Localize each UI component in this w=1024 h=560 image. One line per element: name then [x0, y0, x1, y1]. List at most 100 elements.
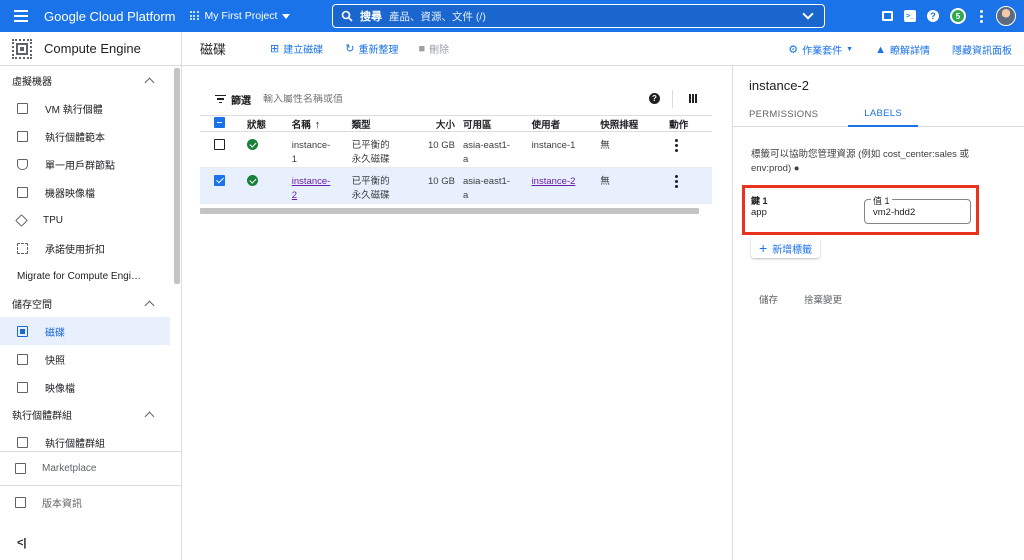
sidebar-item-images[interactable]: 映像檔: [0, 373, 181, 401]
col-name[interactable]: 名稱 ↑: [287, 115, 348, 132]
sidebar-item-disks[interactable]: 磁碟: [0, 317, 170, 345]
disk-zone: asia-east1-: [462, 140, 510, 151]
help-icon[interactable]: ?: [927, 10, 939, 22]
type-cell: 已平衡的 永久磁碟: [347, 167, 415, 204]
row-checkbox[interactable]: [214, 139, 225, 150]
description-line-2: env:prod) ●: [751, 163, 800, 174]
tab-permissions[interactable]: PERMISSIONS: [733, 101, 834, 127]
chevron-down-icon[interactable]: [802, 8, 814, 20]
compute-chip-icon: [12, 38, 32, 59]
section-instance-groups[interactable]: 執行個體群組: [0, 401, 181, 428]
check-circle-icon: [247, 139, 258, 150]
name-cell[interactable]: instance- 2: [287, 167, 348, 204]
table-row[interactable]: instance- 2 已平衡的 永久磁碟 10 GB asia-east1- a i…: [200, 167, 712, 204]
labels-description: 標籤可以協助您管理資源 (例如 cost_center:sales 或 env:…: [751, 148, 991, 176]
row-actions-icon[interactable]: [671, 175, 681, 188]
sidebar-item-marketplace[interactable]: Marketplace: [0, 452, 181, 485]
sidebar-item-committed-use[interactable]: 承諾使用折扣: [0, 234, 181, 262]
sidebar-item-sole-tenant[interactable]: 單一用戶群節點: [0, 150, 181, 178]
discard-button[interactable]: 捨棄變更: [804, 292, 842, 306]
section-vm[interactable]: 虛擬機器: [0, 67, 181, 94]
add-box-icon: ⊞: [270, 43, 280, 55]
filter-label: 篩選: [231, 95, 251, 107]
sort-up-icon: ↑: [314, 118, 321, 131]
menu-icon[interactable]: [14, 10, 34, 22]
gear-icon: ⚙: [788, 44, 799, 56]
brand-name[interactable]: Google Cloud Platform: [44, 9, 176, 24]
search-box[interactable]: 搜尋 產品、資源、文件 (/): [332, 4, 825, 28]
gift-icon[interactable]: [882, 11, 893, 21]
section-label: 執行個體群組: [12, 411, 72, 422]
sidebar-scrollbar[interactable]: [174, 68, 180, 284]
sidebar-item-machine-images[interactable]: 機器映像檔: [0, 178, 181, 206]
top-icons: >_ ? 5: [882, 6, 1016, 26]
sidebar-item-label: VM 執行個體: [45, 104, 103, 116]
user-link[interactable]: instance-2: [532, 176, 576, 187]
school-icon: ▲: [875, 43, 886, 56]
user-cell: instance-2: [527, 167, 597, 204]
more-options-icon[interactable]: [977, 9, 985, 23]
section-storage[interactable]: 儲存空間: [0, 290, 181, 317]
select-all-checkbox[interactable]: [214, 116, 225, 128]
key-field[interactable]: app: [751, 207, 767, 218]
hide-panel-button[interactable]: 隱藏資訊面板: [952, 42, 1012, 57]
save-button[interactable]: 儲存: [759, 292, 778, 306]
sidebar-item-instance-groups[interactable]: 執行個體群組: [0, 428, 181, 449]
sidebar-item-tpu[interactable]: TPU: [0, 206, 181, 234]
top-bar: Google Cloud Platform My First Project 搜…: [0, 0, 1024, 32]
sidebar-item-release-notes[interactable]: 版本資訊: [0, 486, 181, 519]
sidebar-item-instance-templates[interactable]: 執行個體範本: [0, 122, 181, 150]
disk-name-link[interactable]: instance-: [292, 175, 344, 189]
section-label: 虛擬機器: [12, 77, 52, 88]
schedule-cell: 無: [596, 131, 652, 168]
col-type[interactable]: 類型: [347, 115, 415, 132]
notes-icon: [15, 497, 26, 508]
create-disk-button[interactable]: ⊞ 建立磁碟: [270, 41, 323, 56]
delete-button[interactable]: ■ 刪除: [418, 41, 449, 57]
button-label: 隱藏資訊面板: [952, 46, 1012, 57]
disk-type: 已平衡的: [351, 140, 390, 151]
sidebar-item-label: 快照: [45, 355, 65, 367]
status-cell: [229, 131, 288, 168]
user-cell: instance-1: [527, 131, 597, 168]
refresh-button[interactable]: ↻ 重新整理: [345, 41, 398, 56]
name-cell[interactable]: instance- 1: [287, 131, 348, 168]
avatar[interactable]: [996, 6, 1016, 26]
collapse-sidebar-button[interactable]: <|: [17, 537, 27, 549]
zone-cell: asia-east1- a: [458, 167, 528, 204]
disk-name-cont: 1: [291, 154, 298, 165]
add-label-button[interactable]: + 新增標籤: [751, 238, 821, 258]
col-schedule[interactable]: 快照排程: [596, 115, 652, 132]
row-checkbox[interactable]: [214, 175, 225, 186]
button-label: 建立磁碟: [283, 45, 324, 56]
col-size[interactable]: 大小: [414, 115, 459, 132]
value-label: 值 1: [871, 194, 892, 207]
terminal-icon[interactable]: >_: [904, 10, 916, 22]
columns-icon[interactable]: [689, 94, 697, 103]
project-selector[interactable]: My First Project: [189, 10, 291, 22]
jobs-button[interactable]: ⚙ 作業套件 ▼: [788, 42, 853, 57]
filter-input[interactable]: [263, 93, 623, 105]
table-row[interactable]: instance- 1 已平衡的 永久磁碟 10 GB asia-east1- a i…: [200, 131, 712, 168]
sidebar-item-migrate[interactable]: Migrate for Compute Engi…: [0, 262, 181, 290]
select-cell: [200, 167, 229, 204]
sidebar-item-vm-instances[interactable]: VM 執行個體: [0, 94, 181, 122]
table-horizontal-scrollbar[interactable]: [200, 208, 699, 214]
divider: [672, 90, 673, 108]
row-actions-icon[interactable]: [671, 139, 681, 152]
help-icon[interactable]: ?: [649, 93, 660, 104]
disk-name-link-cont[interactable]: 2: [292, 189, 344, 203]
learn-button[interactable]: ▲ 瞭解詳情: [875, 42, 930, 58]
sidebar-item-label: 磁碟: [45, 327, 65, 339]
tab-labels[interactable]: LABELS: [848, 101, 919, 127]
col-status[interactable]: 狀態: [229, 115, 288, 132]
sidebar-item-snapshots[interactable]: 快照: [0, 345, 181, 373]
select-cell: [200, 131, 229, 168]
filter-icon[interactable]: [215, 94, 226, 104]
button-label: 作業套件: [802, 46, 843, 57]
col-user[interactable]: 使用者: [527, 115, 597, 132]
sidebar-header: Compute Engine: [0, 32, 181, 66]
notifications-button[interactable]: 5: [950, 8, 966, 24]
col-zone[interactable]: 可用區: [458, 115, 528, 132]
size-cell: 10 GB: [414, 167, 459, 204]
